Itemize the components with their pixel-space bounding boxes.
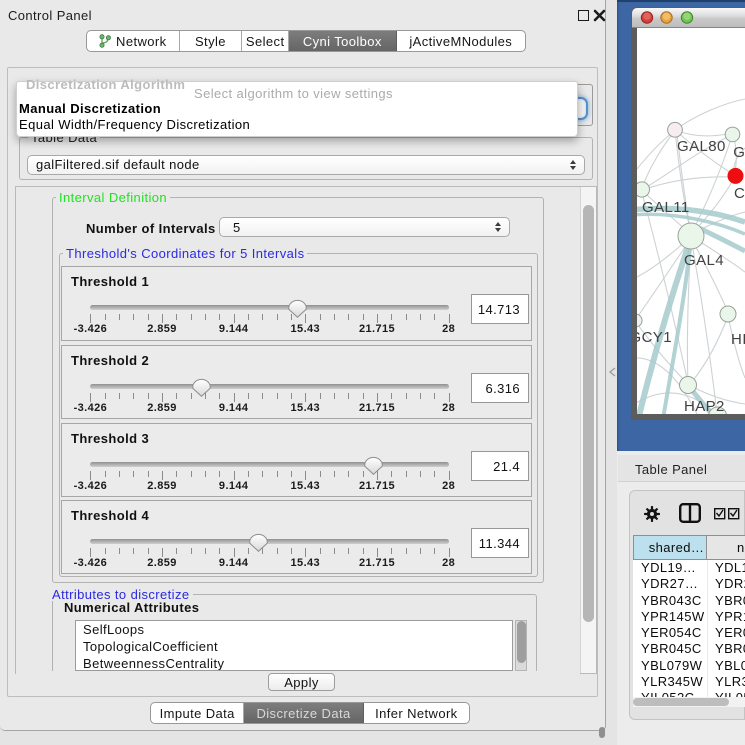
svg-text:GAL80: GAL80 [677,138,726,155]
svg-text:GAL11: GAL11 [642,199,690,216]
svg-text:HI: HI [731,331,745,348]
svg-text:C: C [734,185,745,202]
svg-text:GA: GA [733,144,745,161]
svg-text:GCY1: GCY1 [637,329,672,346]
svg-text:HAP2: HAP2 [684,398,725,414]
svg-text:GAL4: GAL4 [684,252,724,269]
